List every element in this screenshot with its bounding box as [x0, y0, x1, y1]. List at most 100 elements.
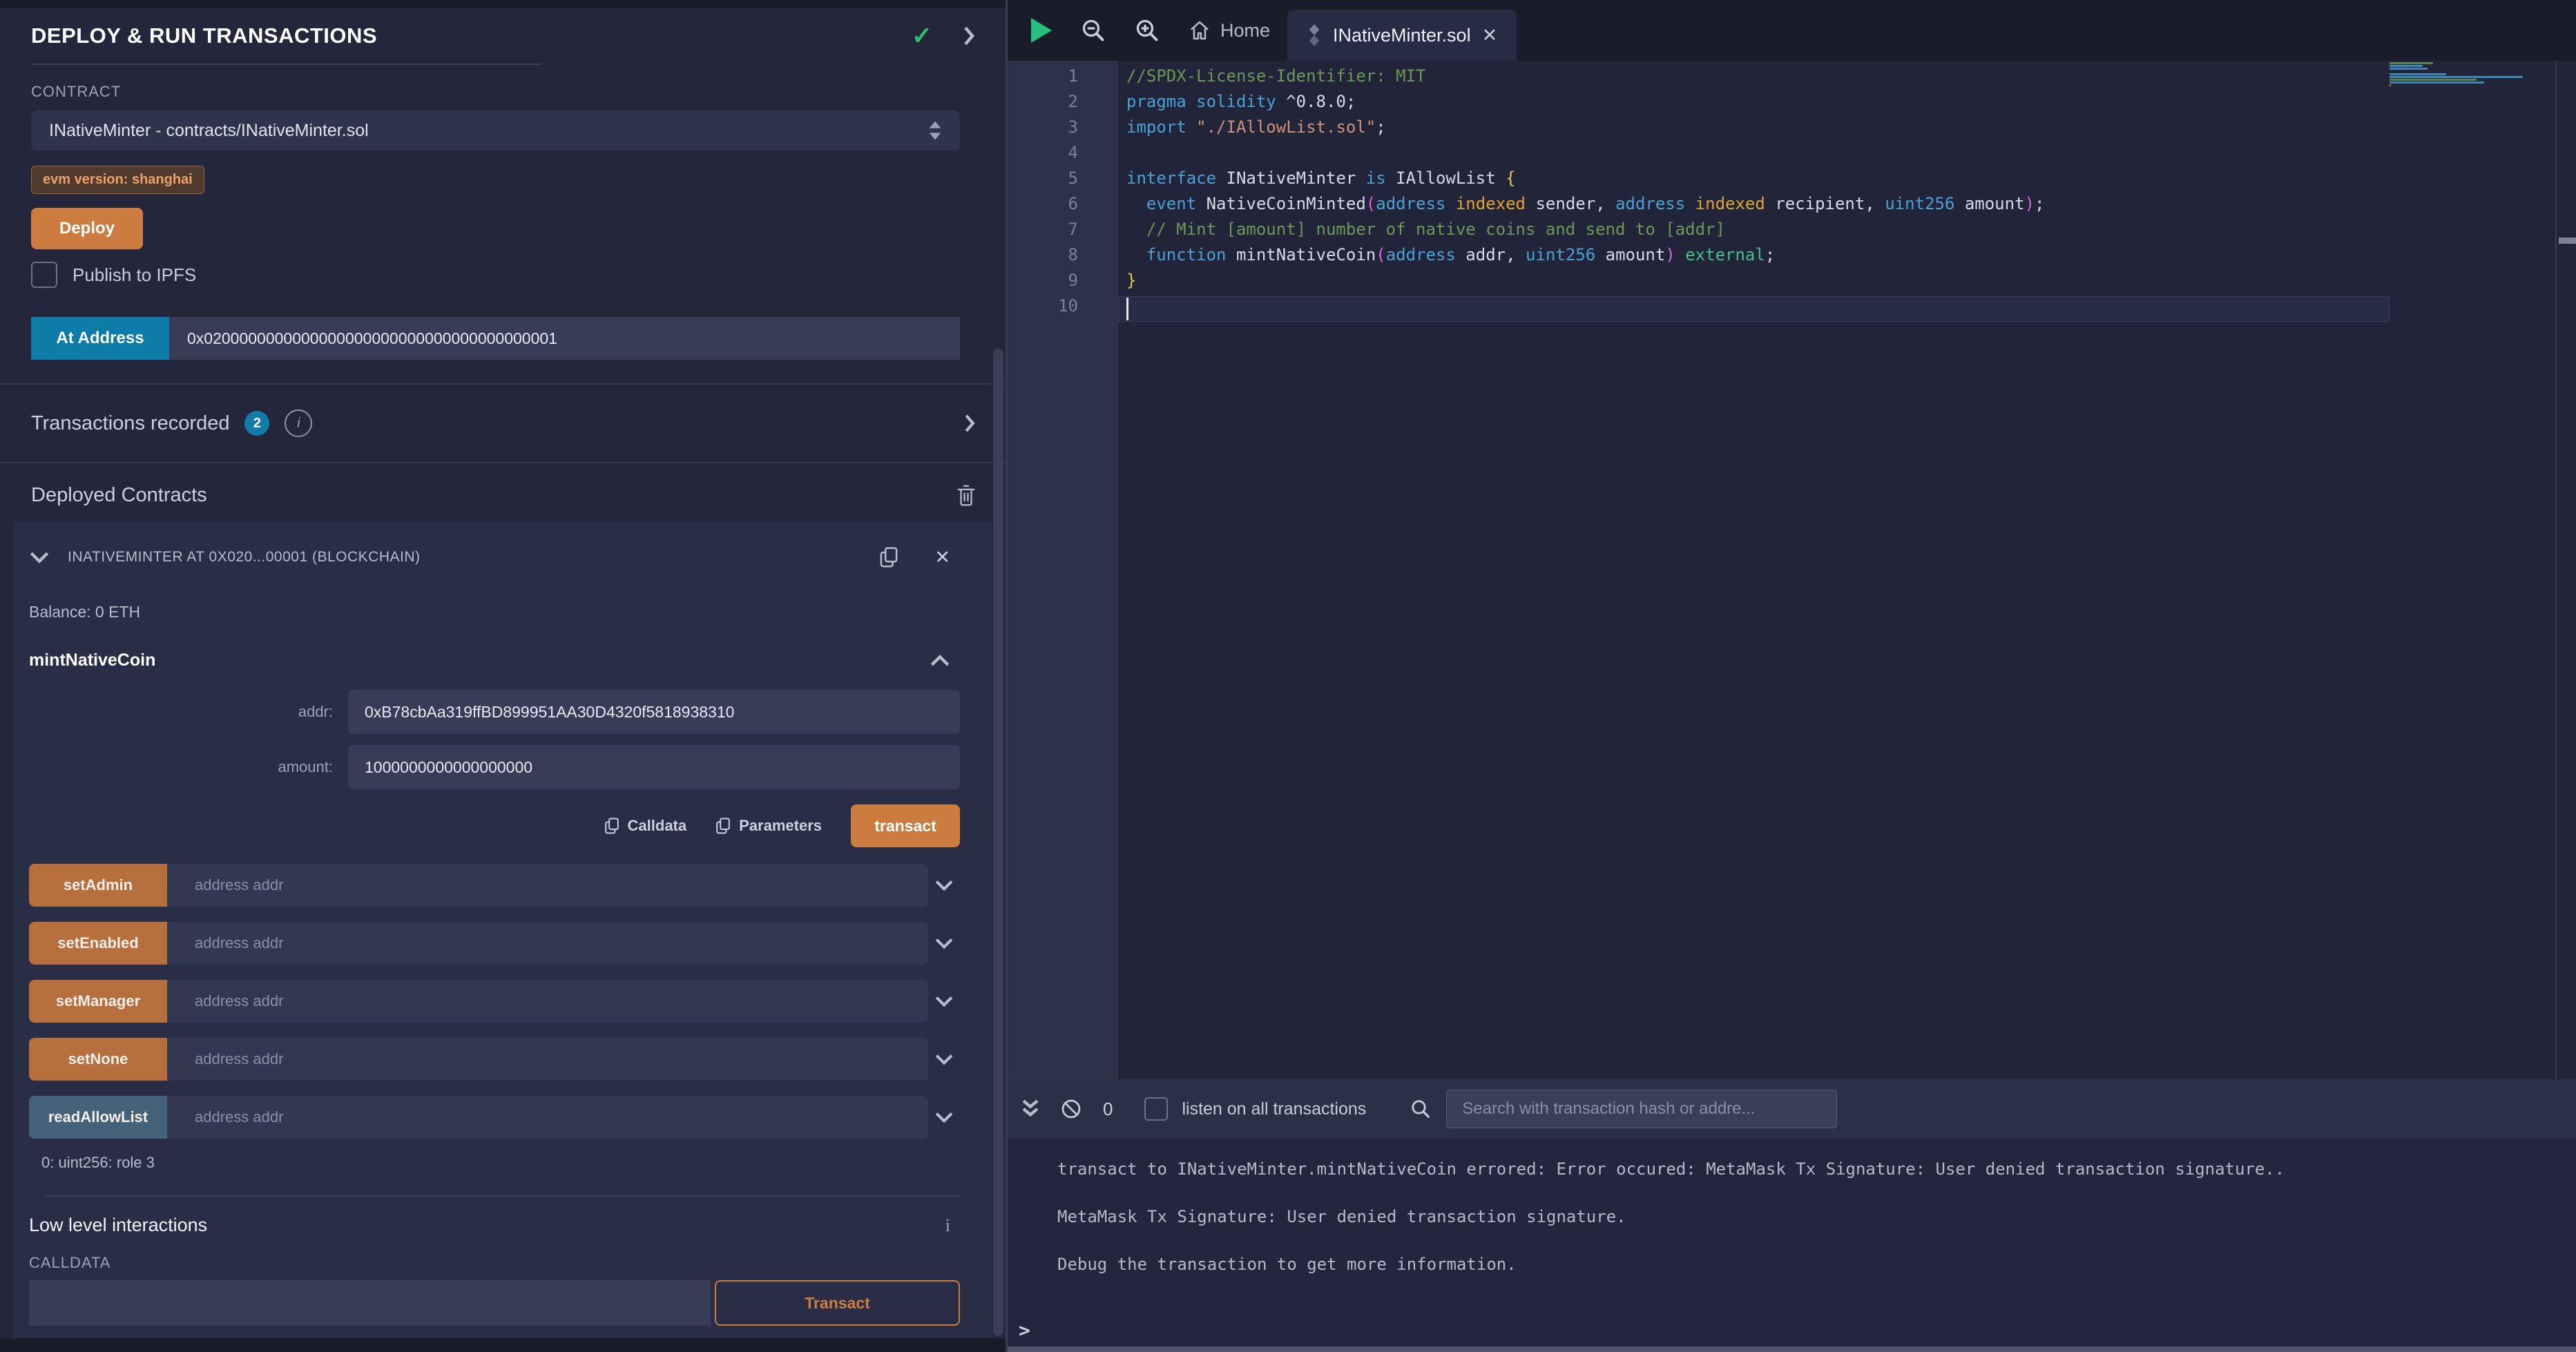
run-script-play-icon[interactable]	[1031, 18, 1052, 43]
setEnabled-button[interactable]: setEnabled	[29, 922, 167, 965]
panel-collapse-chevron-icon[interactable]	[961, 24, 977, 48]
line-number: 10	[1008, 296, 1118, 322]
readAllowList-button[interactable]: readAllowList	[29, 1096, 167, 1139]
function-name: mintNativeCoin	[29, 650, 155, 670]
line-number: 7	[1008, 220, 1118, 245]
readAllowList-input[interactable]	[167, 1096, 928, 1139]
minimap-line	[2390, 81, 2484, 84]
addr-field-input[interactable]	[348, 690, 960, 734]
tab-inativeminter[interactable]: INativeMinter.sol ✕	[1287, 10, 1517, 61]
terminal-message-2: MetaMask Tx Signature: User denied trans…	[1057, 1207, 2576, 1226]
readAllowList-output: 0: uint256: role 3	[41, 1154, 960, 1172]
zoom-in-icon[interactable]	[1135, 18, 1160, 43]
clear-console-ban-icon[interactable]	[1060, 1098, 1082, 1120]
setAdmin-button[interactable]: setAdmin	[29, 864, 167, 907]
terminal-prompt[interactable]: >	[1019, 1319, 1030, 1342]
editor-tabbar: Home INativeMinter.sol ✕	[1008, 0, 2576, 61]
low-level-info-icon: i	[945, 1215, 950, 1236]
setManager-input[interactable]	[167, 980, 928, 1023]
tab-close-icon[interactable]: ✕	[1482, 25, 1498, 46]
listen-transactions-label: listen on all transactions	[1182, 1099, 1366, 1119]
calldata-label: CALLDATA	[29, 1254, 960, 1272]
instance-collapse-chevron-icon[interactable]	[29, 550, 50, 564]
code-area[interactable]: 12345678910 //SPDX-License-Identifier: M…	[1008, 61, 2576, 1079]
deployed-contracts-title: Deployed Contracts	[31, 484, 207, 507]
title-underline	[31, 64, 542, 65]
tab-home[interactable]: Home	[1189, 19, 1270, 41]
minimap[interactable]	[2390, 62, 2525, 90]
setEnabled-expand-chevron-icon[interactable]	[928, 937, 960, 949]
contract-select[interactable]: INativeMinter - contracts/INativeMinter.…	[31, 110, 960, 151]
line-number: 9	[1008, 271, 1118, 296]
clear-instances-trash-icon[interactable]	[956, 483, 977, 508]
setAdmin-input[interactable]	[167, 864, 928, 907]
setEnabled-input[interactable]	[167, 922, 928, 965]
panel-bottom-strip	[0, 1338, 1006, 1352]
instance-header[interactable]: INATIVEMINTER AT 0X020...00001 (BLOCKCHA…	[29, 521, 960, 575]
at-address-button[interactable]: At Address	[31, 317, 169, 360]
tab-active-label: INativeMinter.sol	[1333, 25, 1471, 46]
listen-transactions-checkbox[interactable]	[1144, 1097, 1168, 1121]
code-line-5: interface INativeMinter is IAllowList {	[1118, 168, 2576, 194]
publish-ipfs-checkbox[interactable]	[31, 262, 57, 288]
remove-instance-icon[interactable]: ✕	[934, 547, 950, 568]
contract-select-value: INativeMinter - contracts/INativeMinter.…	[49, 121, 369, 141]
function-header-row[interactable]: mintNativeCoin	[29, 650, 960, 670]
addr-field-row: addr:	[29, 690, 960, 734]
code-line-4	[1118, 143, 2576, 168]
code-line-7: // Mint [amount] number of native coins …	[1118, 220, 2576, 245]
low-level-transact-button[interactable]: Transact	[715, 1280, 960, 1326]
deploy-button[interactable]: Deploy	[31, 208, 143, 249]
copy-calldata-button[interactable]: Calldata	[604, 817, 687, 835]
tab-home-label: Home	[1220, 20, 1270, 41]
transactions-recorded-section[interactable]: Transactions recorded 2 i	[0, 383, 1006, 463]
copy-icon	[604, 817, 619, 835]
evm-version-badge: evm version: shanghai	[31, 166, 204, 194]
zoom-out-icon[interactable]	[1081, 18, 1106, 43]
readAllowList-expand-chevron-icon[interactable]	[928, 1111, 960, 1123]
setManager-button[interactable]: setManager	[29, 980, 167, 1023]
terminal-message-1: transact to INativeMinter.mintNativeCoin…	[1057, 1159, 2576, 1179]
setAdmin-expand-chevron-icon[interactable]	[928, 879, 960, 891]
instance-balance: Balance: 0 ETH	[29, 603, 960, 621]
at-address-row: At Address	[31, 317, 960, 360]
deployed-contracts-header: Deployed Contracts	[0, 463, 1006, 521]
code-line-6: event NativeCoinMinted(address indexed s…	[1118, 194, 2576, 220]
code-line-2: pragma solidity ^0.8.0;	[1118, 92, 2576, 117]
setNone-button[interactable]: setNone	[29, 1038, 167, 1081]
transactions-expand-chevron-icon[interactable]	[963, 412, 977, 434]
window-scrollbar-thumb[interactable]	[2559, 238, 2576, 244]
terminal-message-3: Debug the transaction to get more inform…	[1057, 1255, 2576, 1274]
select-updown-icon	[928, 120, 942, 141]
terminal-search-input[interactable]	[1446, 1090, 1837, 1128]
amount-field-input[interactable]	[348, 745, 960, 789]
publish-ipfs-label: Publish to IPFS	[73, 264, 196, 286]
function-collapse-chevron-up-icon[interactable]	[930, 654, 950, 668]
transactions-recorded-label: Transactions recorded	[31, 412, 229, 435]
copy-address-icon[interactable]	[879, 546, 898, 568]
line-number: 5	[1008, 168, 1118, 194]
code-line-3: import "./IAllowList.sol";	[1118, 117, 2576, 143]
panel-scrollbar-thumb[interactable]	[993, 349, 1003, 1336]
low-level-header: Low level interactions i	[29, 1215, 960, 1236]
line-number: 3	[1008, 117, 1118, 143]
panel-body: CONTRACT INativeMinter - contracts/INati…	[0, 83, 1006, 360]
setManager-expand-chevron-icon[interactable]	[928, 995, 960, 1007]
setNone-input[interactable]	[167, 1038, 928, 1081]
terminal-collapse-double-chevron-icon[interactable]	[1020, 1097, 1041, 1121]
contract-label: CONTRACT	[31, 83, 960, 101]
copy-parameters-button[interactable]: Parameters	[715, 817, 822, 835]
amount-field-label: amount:	[29, 758, 348, 776]
terminal-bottom-scrollbar[interactable]	[1008, 1346, 2576, 1352]
minimap-line	[2390, 62, 2433, 64]
deploy-run-panel: DEPLOY & RUN TRANSACTIONS ✓ CONTRACT INa…	[0, 0, 1006, 1352]
home-icon	[1189, 19, 1211, 41]
terminal-log[interactable]: transact to INativeMinter.mintNativeCoin…	[1008, 1139, 2576, 1313]
setNone-expand-chevron-icon[interactable]	[928, 1053, 960, 1065]
calldata-input[interactable]	[29, 1280, 711, 1326]
editor-right-separator	[2555, 61, 2557, 1079]
transact-button[interactable]: transact	[851, 804, 960, 847]
at-address-input[interactable]	[169, 317, 960, 360]
code-lines: //SPDX-License-Identifier: MITpragma sol…	[1118, 61, 2576, 1079]
low-level-title: Low level interactions	[29, 1215, 207, 1236]
